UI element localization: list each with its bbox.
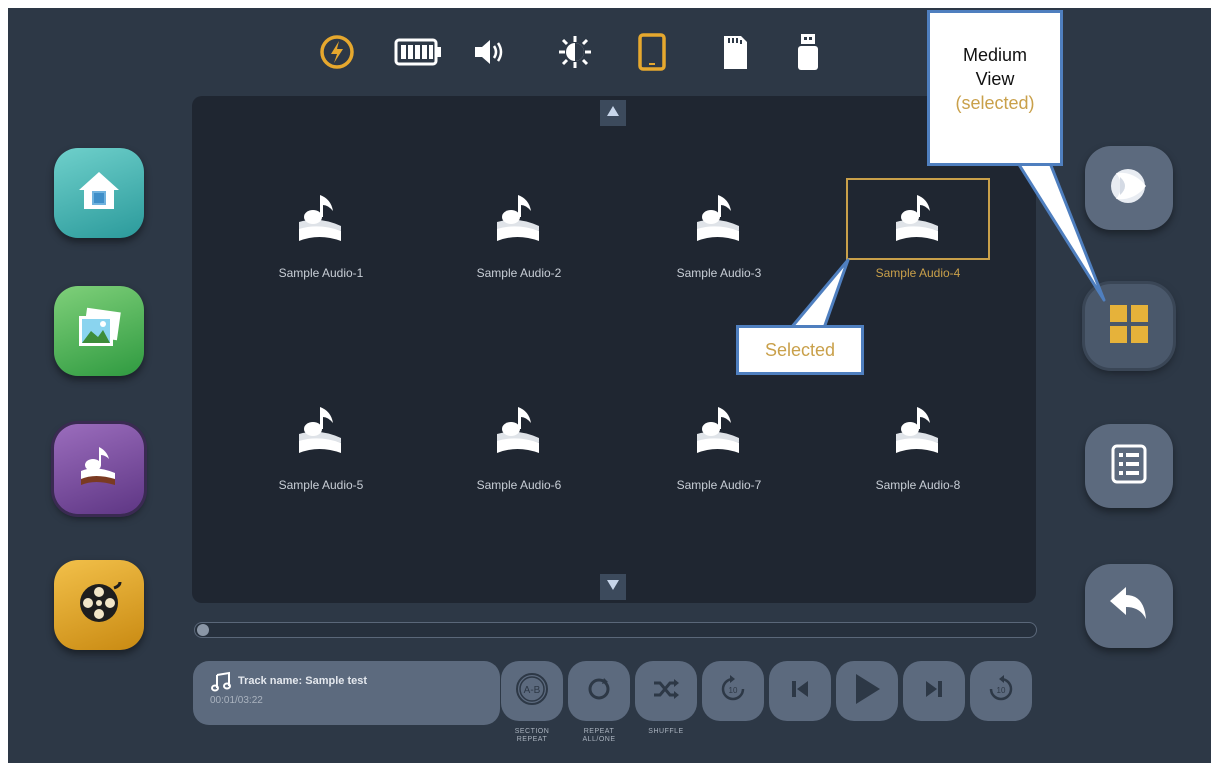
app-screen: Sample Audio-1 Sample Audio-2 Sample Audio… [8, 8, 1211, 763]
callout-selected-state: (selected) [955, 93, 1035, 113]
selected-callout: Selected [736, 325, 864, 375]
medium-view-callout: Medium View (selected) [927, 10, 1063, 166]
callout-selected-label: Selected [764, 340, 836, 360]
callout-medium-view-title: Medium View [962, 45, 1028, 89]
